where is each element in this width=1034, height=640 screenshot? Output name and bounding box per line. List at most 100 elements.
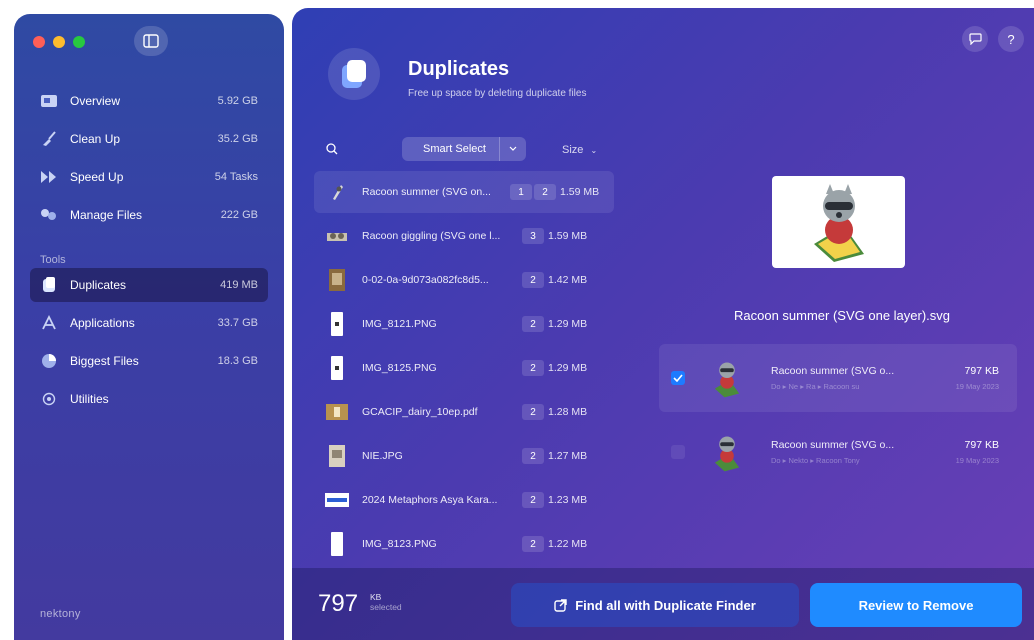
chat-bubble-icon <box>968 33 982 45</box>
file-name: NIE.JPG <box>362 450 403 462</box>
file-preview-image <box>772 176 905 268</box>
help-button[interactable]: ? <box>998 26 1024 52</box>
file-name: IMG_8125.PNG <box>362 362 437 374</box>
count-badge: 2 <box>522 404 544 420</box>
sidebar-item-size: 222 GB <box>220 209 258 221</box>
smart-select-button[interactable]: Smart Select <box>402 137 526 161</box>
sidebar-item-size: 18.3 GB <box>217 355 258 367</box>
count-badge: 3 <box>522 228 544 244</box>
find-all-with-duplicate-finder-button[interactable]: Find all with Duplicate Finder <box>511 583 799 627</box>
duplicates-app-icon <box>328 48 380 100</box>
duplicate-count-badges: 2 <box>522 360 544 376</box>
review-button-label: Review to Remove <box>858 597 974 613</box>
count-badge: 2 <box>522 492 544 508</box>
file-size: 1.28 MB <box>548 406 588 418</box>
file-name: Racoon summer (SVG on... <box>362 186 491 198</box>
duplicate-file-size: 797 KB <box>964 365 999 377</box>
file-thumbnail <box>324 267 350 293</box>
feedback-button[interactable] <box>962 26 988 52</box>
file-list-item[interactable]: Racoon giggling (SVG one l... 3 1.59 MB <box>314 215 614 257</box>
file-list-item[interactable]: Racoon summer (SVG on... 1 2 1.59 MB <box>314 171 614 213</box>
file-list-item[interactable]: GCACIP_dairy_10ep.pdf 2 1.28 MB <box>314 391 614 433</box>
duplicate-file-size: 797 KB <box>964 439 999 451</box>
main-panel: ? Duplicates Free up space by deleting d… <box>292 8 1034 640</box>
duplicate-thumbnail <box>707 355 747 401</box>
sidebar-item-size: 419 MB <box>220 279 258 291</box>
chevron-down-icon[interactable] <box>499 137 526 161</box>
count-badge: 2 <box>522 448 544 464</box>
review-to-remove-button[interactable]: Review to Remove <box>810 583 1022 627</box>
duplicate-file-item[interactable]: Racoon summer (SVG o... Do ▸ Ne ▸ Ra ▸ R… <box>659 344 1017 412</box>
duplicate-count-badges: 2 <box>522 316 544 332</box>
size-sort-button[interactable]: Size ⌄ <box>562 144 597 156</box>
pie-icon <box>34 353 64 369</box>
duplicates-icon <box>34 277 64 293</box>
count-badge: 2 <box>522 272 544 288</box>
sidebar-item-overview[interactable]: Overview 5.92 GB <box>30 84 268 118</box>
file-name: GCACIP_dairy_10ep.pdf <box>362 406 478 418</box>
sidebar-item-label: Applications <box>70 316 135 330</box>
files-icon <box>34 208 64 222</box>
sidebar: Overview 5.92 GB Clean Up 35.2 GB Speed … <box>14 14 284 640</box>
file-size: 1.59 MB <box>548 230 588 242</box>
file-list-item[interactable]: IMG_8123.PNG 2 1.22 MB <box>314 523 614 565</box>
file-thumbnail <box>324 443 350 469</box>
duplicate-checkbox[interactable] <box>671 371 685 385</box>
duplicate-count-badges: 2 <box>522 448 544 464</box>
raccoon-illustration <box>813 184 864 262</box>
sidebar-item-label: Biggest Files <box>70 354 139 368</box>
broom-icon <box>34 131 64 147</box>
applications-icon <box>34 315 64 331</box>
file-thumbnail <box>324 179 350 205</box>
close-window-button[interactable] <box>33 36 45 48</box>
duplicate-file-name: Racoon summer (SVG o... <box>771 439 895 451</box>
smart-select-label: Smart Select <box>423 143 486 155</box>
sidebar-item-label: Speed Up <box>70 170 124 184</box>
file-list-item[interactable]: 0-02-0a-9d073a082fc8d5... 2 1.42 MB <box>314 259 614 301</box>
sidebar-item-speed-up[interactable]: Speed Up 54 Tasks <box>30 160 268 194</box>
sidebar-item-label: Manage Files <box>70 208 143 222</box>
search-icon[interactable] <box>326 142 338 160</box>
checkmark-icon <box>673 374 683 382</box>
file-thumbnail <box>324 399 350 425</box>
count-badge: 2 <box>534 184 556 200</box>
duplicate-file-item[interactable]: Racoon summer (SVG o... Do ▸ Nekto ▸ Rac… <box>659 418 1017 486</box>
utilities-icon <box>34 392 64 406</box>
file-list-item[interactable]: 2024 Metaphors Asya Kara... 2 1.23 MB <box>314 479 614 521</box>
file-list-item[interactable]: IMG_8121.PNG 2 1.29 MB <box>314 303 614 345</box>
sidebar-item-duplicates[interactable]: Duplicates 419 MB <box>30 268 268 302</box>
chevron-down-icon: ⌄ <box>590 146 598 155</box>
question-mark-icon: ? <box>1007 31 1015 47</box>
file-name: IMG_8123.PNG <box>362 538 437 550</box>
sidebar-item-applications[interactable]: Applications 33.7 GB <box>30 306 268 340</box>
file-thumbnail <box>324 531 350 557</box>
file-size: 1.42 MB <box>548 274 588 286</box>
duplicate-file-date: 19 May 2023 <box>955 456 999 465</box>
file-size: 1.27 MB <box>548 450 588 462</box>
file-name: Racoon giggling (SVG one l... <box>362 230 501 242</box>
brand-logo: nektony <box>40 608 81 620</box>
sidebar-item-label: Duplicates <box>70 278 127 292</box>
sidebar-item-manage-files[interactable]: Manage Files 222 GB <box>30 198 268 232</box>
sidebar-item-utilities[interactable]: Utilities <box>30 382 268 416</box>
file-name: 0-02-0a-9d073a082fc8d5... <box>362 274 489 286</box>
sidebar-item-size: 54 Tasks <box>214 171 258 183</box>
sidebar-item-label: Utilities <box>70 392 109 406</box>
sidebar-item-biggest-files[interactable]: Biggest Files 18.3 GB <box>30 344 268 378</box>
zoom-window-button[interactable] <box>73 36 85 48</box>
file-list-item[interactable]: NIE.JPG 2 1.27 MB <box>314 435 614 477</box>
file-list-item[interactable]: IMG_8125.PNG 2 1.29 MB <box>314 347 614 389</box>
duplicate-count-badges: 2 <box>522 404 544 420</box>
preview-filename: Racoon summer (SVG one layer).svg <box>733 308 951 323</box>
file-thumbnail <box>324 487 350 513</box>
find-button-label: Find all with Duplicate Finder <box>575 597 756 613</box>
file-size: 1.29 MB <box>548 362 588 374</box>
file-name: 2024 Metaphors Asya Kara... <box>362 494 498 506</box>
file-thumbnail <box>324 311 350 337</box>
sidebar-toggle-button[interactable] <box>134 26 168 56</box>
duplicate-file-path: Do ▸ Nekto ▸ Racoon Tony <box>771 456 860 465</box>
sidebar-item-clean-up[interactable]: Clean Up 35.2 GB <box>30 122 268 156</box>
duplicate-checkbox[interactable] <box>671 445 685 459</box>
minimize-window-button[interactable] <box>53 36 65 48</box>
duplicate-count-badges: 2 <box>522 492 544 508</box>
